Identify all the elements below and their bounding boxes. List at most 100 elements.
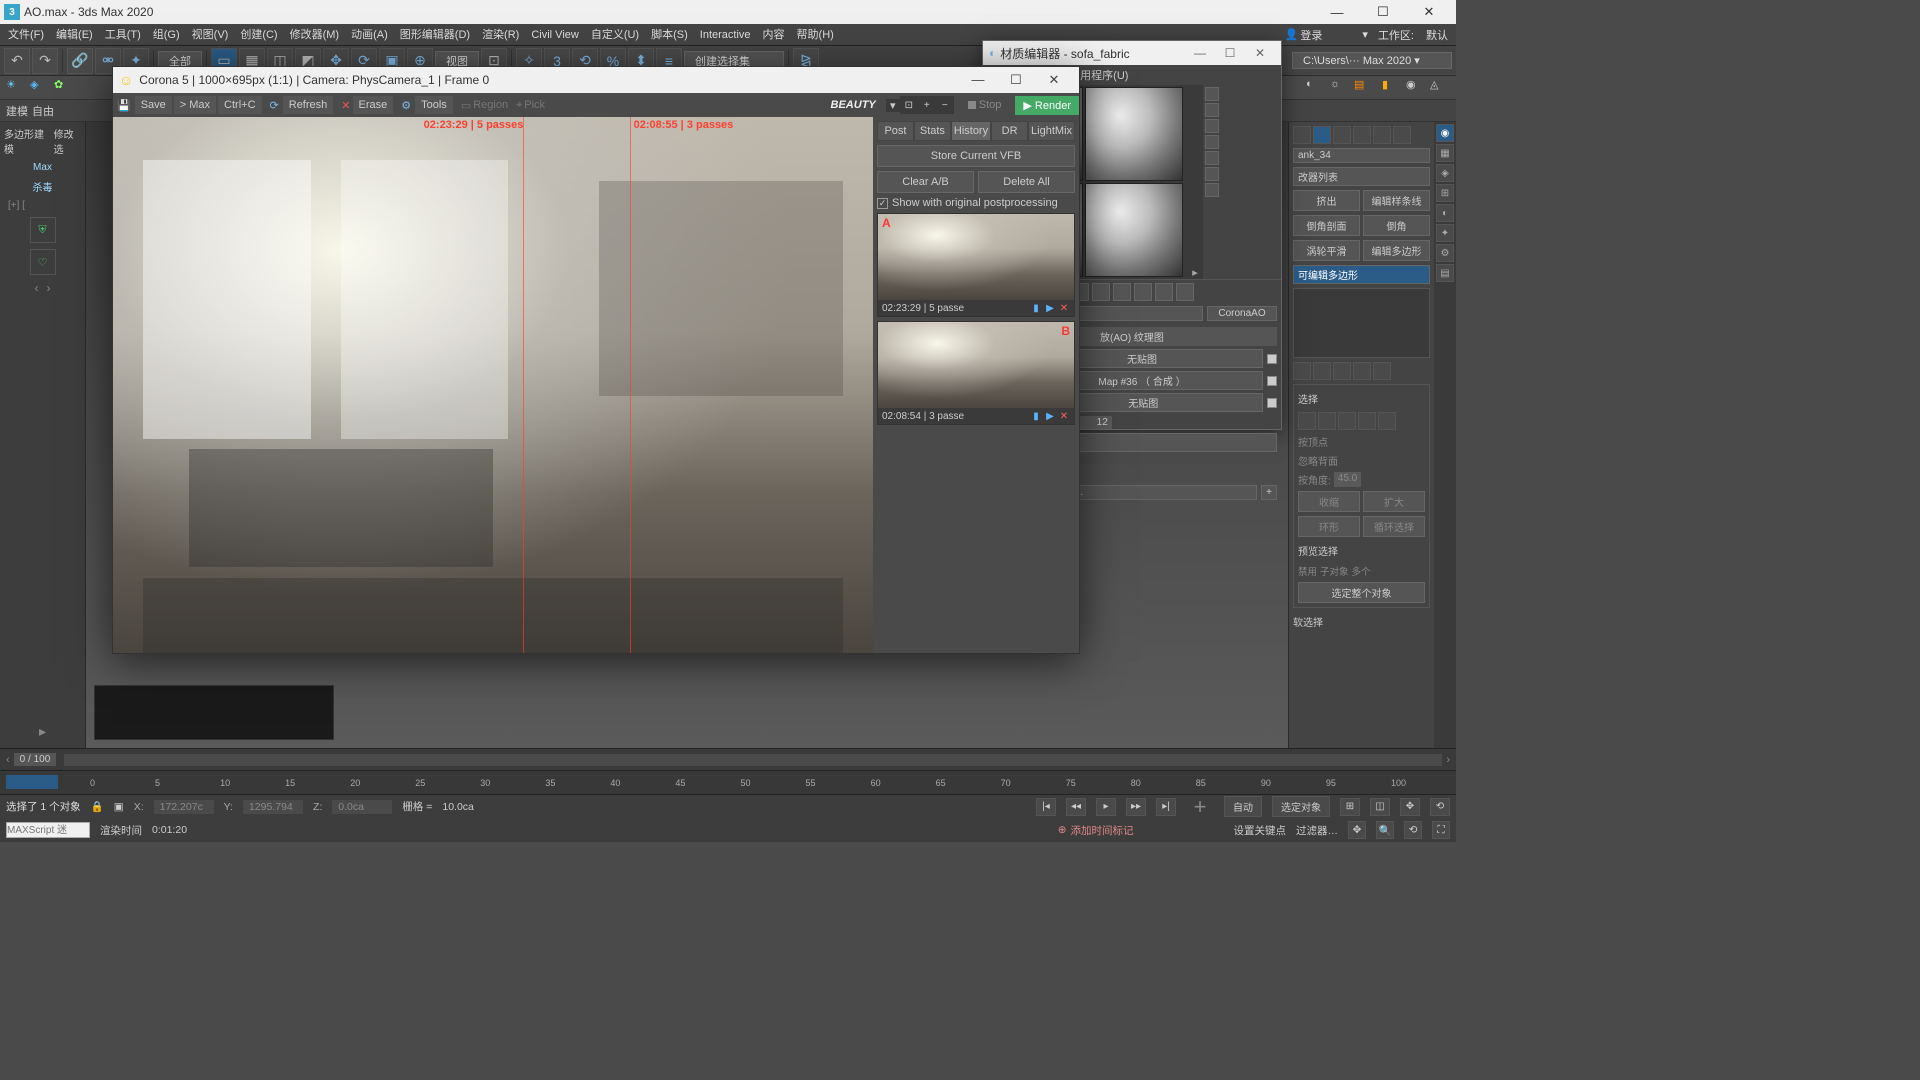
- btn-extrude[interactable]: 挤出: [1293, 190, 1360, 211]
- mat-max-button[interactable]: ☐: [1215, 46, 1245, 60]
- mat-tool-icon[interactable]: [1205, 119, 1219, 133]
- rtool-7-icon[interactable]: ⚙: [1436, 244, 1454, 262]
- modify-tab-icon[interactable]: [1313, 126, 1331, 144]
- save-button[interactable]: Save: [135, 96, 172, 114]
- mat-tool-icon[interactable]: [1205, 135, 1219, 149]
- menu-civil[interactable]: Civil View: [525, 24, 584, 46]
- menu-file[interactable]: 文件(F): [2, 24, 50, 46]
- trackbar[interactable]: 0 5 10 15 20 25 30 35 40 45 50 55 60 65 …: [0, 770, 1456, 794]
- mat-btn-icon[interactable]: [1113, 283, 1131, 301]
- menu-help[interactable]: 帮助(H): [791, 24, 840, 46]
- polymodel-label[interactable]: 多边形建模: [4, 126, 50, 156]
- tab-post[interactable]: Post: [877, 121, 914, 141]
- mat-btn-icon[interactable]: [1134, 283, 1152, 301]
- time-track[interactable]: [64, 754, 1442, 766]
- history-save-icon[interactable]: ▮: [1030, 410, 1042, 422]
- play-icon[interactable]: ▸: [1096, 798, 1116, 816]
- zoom-icon[interactable]: 🔍: [1376, 821, 1394, 839]
- corona-tool-icon[interactable]: ▮: [1382, 78, 1402, 98]
- grow-button[interactable]: 扩大: [1363, 491, 1425, 512]
- rtool-8-icon[interactable]: ▤: [1436, 264, 1454, 282]
- mat-btn-icon[interactable]: [1176, 283, 1194, 301]
- tools-button[interactable]: Tools: [415, 96, 453, 114]
- mat-scroll-right-icon[interactable]: ▸: [1187, 85, 1203, 279]
- element-subobj-icon[interactable]: [1378, 412, 1396, 430]
- angle-spinner[interactable]: 45.0: [1334, 472, 1361, 487]
- add-key-icon[interactable]: +: [1186, 796, 1214, 818]
- ignore-backface-check[interactable]: 忽略背面: [1298, 453, 1425, 468]
- map-enable-check[interactable]: [1267, 376, 1277, 386]
- add-time-tag[interactable]: ⊕ 添加时间标记: [1058, 823, 1134, 838]
- soft-sel-rollout[interactable]: 软选择: [1293, 612, 1430, 631]
- shrink-button[interactable]: 收缩: [1298, 491, 1360, 512]
- corona-light-icon[interactable]: ◬: [1430, 78, 1450, 98]
- modifier-stack-item[interactable]: 可编辑多边形: [1293, 265, 1430, 284]
- menu-modifiers[interactable]: 修改器(M): [284, 24, 346, 46]
- modsel-label[interactable]: 修改选: [54, 126, 81, 156]
- light-icon[interactable]: ☀: [6, 78, 26, 98]
- menu-interactive[interactable]: Interactive: [694, 24, 757, 46]
- menu-edit[interactable]: 编辑(E): [50, 24, 99, 46]
- menu-customize[interactable]: 自定义(U): [585, 24, 645, 46]
- erase-button[interactable]: Erase: [353, 96, 394, 114]
- corona-cam-icon[interactable]: ◉: [1406, 78, 1426, 98]
- mat-min-button[interactable]: —: [1185, 46, 1215, 60]
- scene-icon[interactable]: ✿: [54, 78, 74, 98]
- btn-turbosmooth[interactable]: 涡轮平滑: [1293, 240, 1360, 261]
- select-whole-button[interactable]: 选定整个对象: [1298, 582, 1425, 603]
- menu-graph[interactable]: 图形编辑器(D): [394, 24, 476, 46]
- corona-close-button[interactable]: ✕: [1035, 72, 1073, 88]
- hierarchy-tab-icon[interactable]: [1333, 126, 1351, 144]
- goto-end-icon[interactable]: ▸|: [1156, 798, 1176, 816]
- menu-content[interactable]: 内容: [757, 24, 791, 46]
- window-maximize-button[interactable]: ☐: [1360, 0, 1406, 24]
- polygon-subobj-icon[interactable]: [1358, 412, 1376, 430]
- corona-titlebar[interactable]: ☺ Corona 5 | 1000×695px (1:1) | Camera: …: [113, 67, 1079, 93]
- tab-modeling[interactable]: 建模: [6, 103, 28, 119]
- btn-chamfer[interactable]: 倒角: [1363, 215, 1430, 236]
- pan-icon[interactable]: ✥: [1348, 821, 1366, 839]
- ctrlc-button[interactable]: Ctrl+C: [218, 96, 261, 114]
- rtool-4-icon[interactable]: ⊞: [1436, 184, 1454, 202]
- motion-tab-icon[interactable]: [1353, 126, 1371, 144]
- by-angle-check[interactable]: 按角度:: [1298, 472, 1331, 487]
- selected-obj-button[interactable]: 选定对象: [1272, 796, 1330, 817]
- object-name-field[interactable]: ank_34: [1293, 148, 1430, 163]
- tab-stats[interactable]: Stats: [914, 121, 951, 141]
- mat-tool-icon[interactable]: [1205, 167, 1219, 181]
- menu-script[interactable]: 脚本(S): [645, 24, 694, 46]
- mat-tool-icon[interactable]: [1205, 87, 1219, 101]
- shield-green-icon[interactable]: ⛨: [30, 217, 56, 243]
- tab-history[interactable]: History: [951, 121, 991, 141]
- max-samples-spinner[interactable]: 12: [1080, 416, 1112, 429]
- viewnav-2-icon[interactable]: ◫: [1370, 798, 1390, 816]
- display-tab-icon[interactable]: [1373, 126, 1391, 144]
- tab-freeform[interactable]: 自由: [32, 103, 54, 119]
- pin-stack-icon[interactable]: [1293, 362, 1311, 380]
- zoom-in-icon[interactable]: +: [918, 96, 936, 114]
- element-dropdown-icon[interactable]: ▾: [886, 99, 900, 112]
- btn-chamfer-profile[interactable]: 倒角剖面: [1293, 215, 1360, 236]
- utilities-tab-icon[interactable]: [1393, 126, 1411, 144]
- by-vertex-check[interactable]: 按顶点: [1298, 434, 1425, 449]
- multi-radio[interactable]: 多个: [1352, 564, 1371, 578]
- isolate-icon[interactable]: ▣: [114, 801, 124, 813]
- mat-tool-icon[interactable]: [1205, 151, 1219, 165]
- history-item-2[interactable]: B 02:08:54 | 3 passe ▮ ▶ ✕: [877, 321, 1075, 425]
- refresh-button[interactable]: Refresh: [283, 96, 334, 114]
- menu-create[interactable]: 创建(C): [234, 24, 283, 46]
- tab-dr[interactable]: DR: [991, 121, 1028, 141]
- history-delete-icon[interactable]: ✕: [1058, 410, 1070, 422]
- edge-subobj-icon[interactable]: [1318, 412, 1336, 430]
- login-button[interactable]: 👤 登录 ▾: [1279, 27, 1372, 43]
- track-prev-icon[interactable]: ‹: [6, 754, 10, 766]
- corona-max-button[interactable]: ☐: [997, 72, 1035, 88]
- exclude-add-icon[interactable]: +: [1261, 485, 1277, 500]
- show-end-icon[interactable]: [1313, 362, 1331, 380]
- history-save-icon[interactable]: ▮: [1030, 302, 1042, 314]
- x-coord[interactable]: 172.207c: [154, 800, 214, 814]
- viewnav-4-icon[interactable]: ⟲: [1430, 798, 1450, 816]
- history-item-1[interactable]: A 02:23:29 | 5 passe ▮ ▶ ✕: [877, 213, 1075, 317]
- off-radio[interactable]: 禁用: [1298, 564, 1317, 578]
- menu-animation[interactable]: 动画(A): [345, 24, 394, 46]
